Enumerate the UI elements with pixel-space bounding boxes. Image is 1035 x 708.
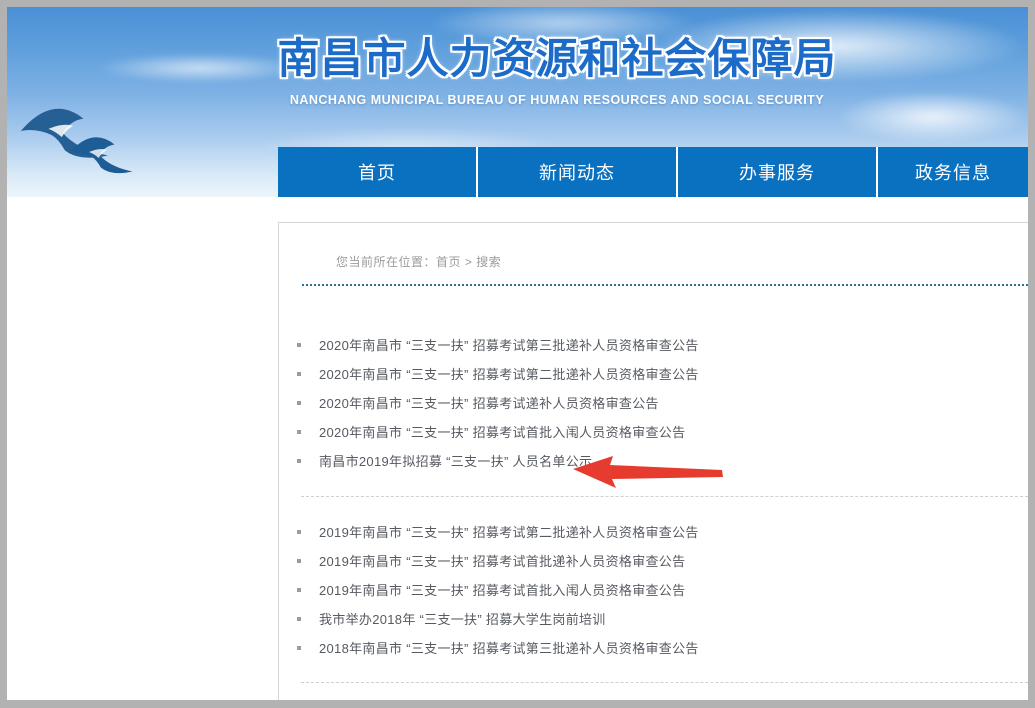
- result-link[interactable]: 2019年南昌市 “三支一扶” 招募考试首批入闱人员资格审查公告: [279, 575, 1028, 604]
- breadcrumb-current: 搜索: [476, 255, 501, 269]
- bullet-icon: [297, 343, 301, 347]
- nav-item-services[interactable]: 办事服务: [678, 147, 878, 197]
- bullet-icon: [297, 401, 301, 405]
- result-link[interactable]: 2020年南昌市 “三支一扶” 招募考试首批入闱人员资格审查公告: [279, 417, 1028, 446]
- nav-item-home[interactable]: 首页: [278, 147, 478, 197]
- bullet-icon: [297, 372, 301, 376]
- bullet-icon: [297, 559, 301, 563]
- annotation-arrow-icon: [567, 452, 732, 497]
- browser-window: 南昌市人力资源和社会保障局 NANCHANG MUNICIPAL BUREAU …: [0, 0, 1035, 708]
- bullet-icon: [297, 588, 301, 592]
- result-link[interactable]: 2019年南昌市 “三支一扶” 招募考试第二批递补人员资格审查公告: [279, 517, 1028, 546]
- result-link[interactable]: 我市举办2018年 “三支一扶” 招募大学生岗前培训: [279, 604, 1028, 633]
- result-link[interactable]: 2020年南昌市 “三支一扶” 招募考试递补人员资格审查公告: [279, 388, 1028, 417]
- group-divider: [301, 682, 1028, 683]
- bullet-icon: [297, 646, 301, 650]
- bullet-icon: [297, 530, 301, 534]
- result-link[interactable]: 2019年南昌市 “三支一扶” 招募考试首批递补人员资格审查公告: [279, 546, 1028, 575]
- result-link[interactable]: 2018年南昌市 “三支一扶” 招募考试第三批递补人员资格审查公告: [279, 633, 1028, 662]
- seagull-icon: [65, 125, 143, 185]
- results-group-2019-2018: 2019年南昌市 “三支一扶” 招募考试第二批递补人员资格审查公告 2019年南…: [279, 517, 1028, 662]
- result-link[interactable]: 2020年南昌市 “三支一扶” 招募考试第三批递补人员资格审查公告: [279, 330, 1028, 359]
- site-title: 南昌市人力资源和社会保障局: [269, 25, 845, 86]
- bullet-icon: [297, 430, 301, 434]
- main-nav: 首页 新闻动态 办事服务 政务信息: [278, 147, 1028, 197]
- breadcrumb-divider: [302, 284, 1028, 286]
- breadcrumb-home-link[interactable]: 首页: [436, 255, 461, 269]
- nav-item-gov-info[interactable]: 政务信息: [878, 147, 1028, 197]
- result-link[interactable]: 2020年南昌市 “三支一扶” 招募考试第二批递补人员资格审查公告: [279, 359, 1028, 388]
- site-subtitle: NANCHANG MUNICIPAL BUREAU OF HUMAN RESOU…: [269, 93, 845, 107]
- nav-item-news[interactable]: 新闻动态: [478, 147, 678, 197]
- breadcrumb-separator: >: [465, 255, 473, 269]
- bullet-icon: [297, 617, 301, 621]
- bullet-icon: [297, 459, 301, 463]
- site-identity: 南昌市人力资源和社会保障局 NANCHANG MUNICIPAL BUREAU …: [269, 25, 845, 107]
- breadcrumb-prefix: 您当前所在位置：: [336, 255, 436, 269]
- cloud-decoration: [835, 91, 1028, 143]
- breadcrumb: 您当前所在位置：首页 > 搜索: [336, 253, 501, 270]
